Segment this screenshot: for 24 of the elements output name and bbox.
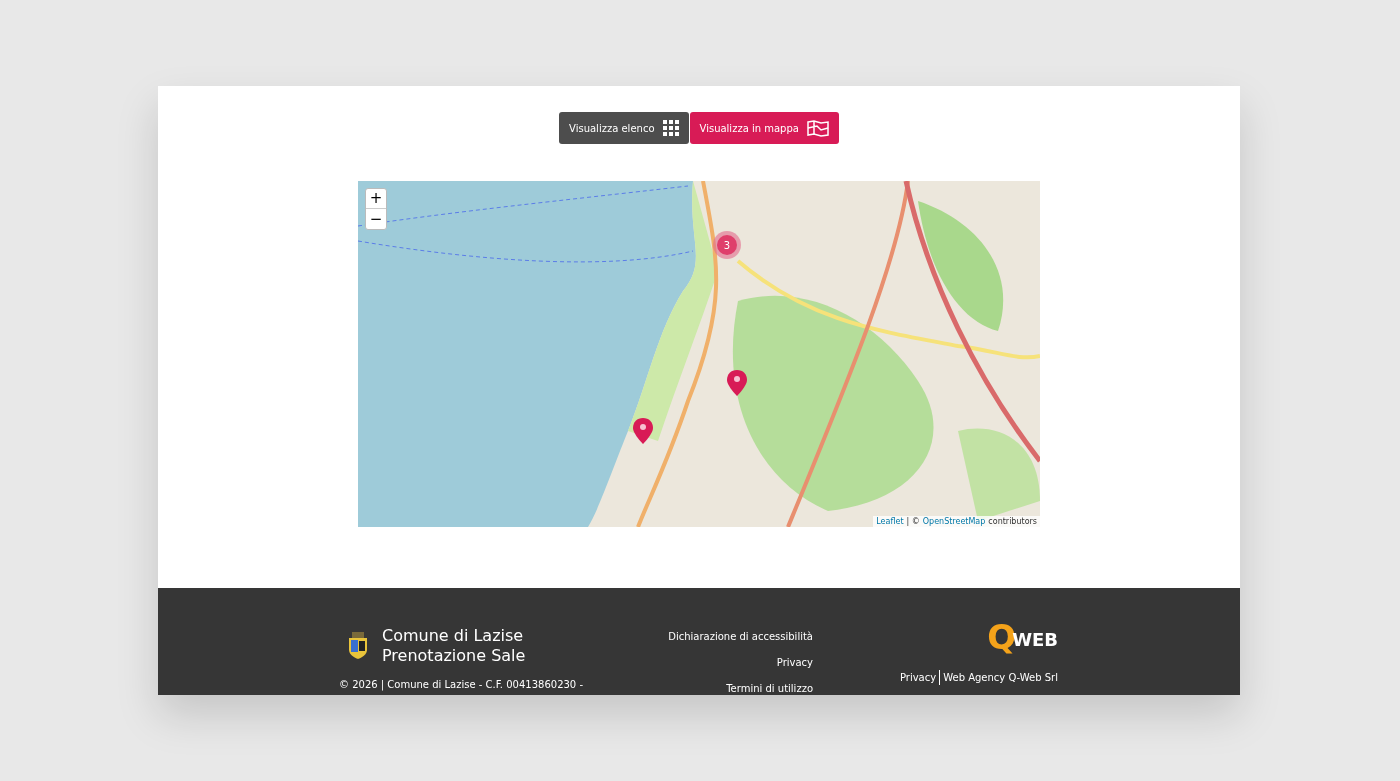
attribution-text: | © bbox=[906, 516, 920, 527]
list-view-button[interactable]: Visualizza elenco bbox=[559, 112, 689, 144]
map-pin-icon[interactable] bbox=[727, 370, 747, 396]
zoom-in-button[interactable]: + bbox=[366, 189, 386, 209]
footer-link[interactable]: Privacy bbox=[776, 654, 813, 671]
attribution-text: contributors bbox=[988, 516, 1037, 527]
attribution-link[interactable]: Leaflet bbox=[876, 516, 904, 527]
footer-link[interactable]: Dichiarazione di accessibilità bbox=[668, 628, 813, 645]
footer-link[interactable]: Termini di utilizzo bbox=[726, 680, 813, 695]
footer-link[interactable]: Privacy bbox=[899, 670, 937, 685]
map-view-button[interactable]: Visualizza in mappa bbox=[689, 112, 839, 144]
map[interactable]: + − 3 Leaflet | © OpenStreetMap contributors bbox=[358, 181, 1040, 527]
grid-icon bbox=[662, 120, 679, 136]
site-title: Comune di Lazise bbox=[382, 626, 525, 646]
zoom-out-button[interactable]: − bbox=[366, 209, 386, 229]
copyright-text: © 2026 | Comune di Lazise - C.F. 00413860230 - bbox=[339, 678, 584, 691]
coat-of-arms-icon bbox=[348, 632, 368, 659]
map-icon bbox=[806, 119, 829, 137]
site-title: Prenotazione Sale bbox=[382, 646, 526, 666]
footer-link[interactable]: Web Agency Q-Web Srl bbox=[943, 670, 1058, 685]
attribution-link[interactable]: OpenStreetMap bbox=[922, 516, 986, 527]
marker-cluster[interactable]: 3 bbox=[713, 231, 741, 259]
map-pin-icon[interactable] bbox=[633, 418, 653, 444]
agency-logo: QWEB bbox=[987, 620, 1058, 654]
